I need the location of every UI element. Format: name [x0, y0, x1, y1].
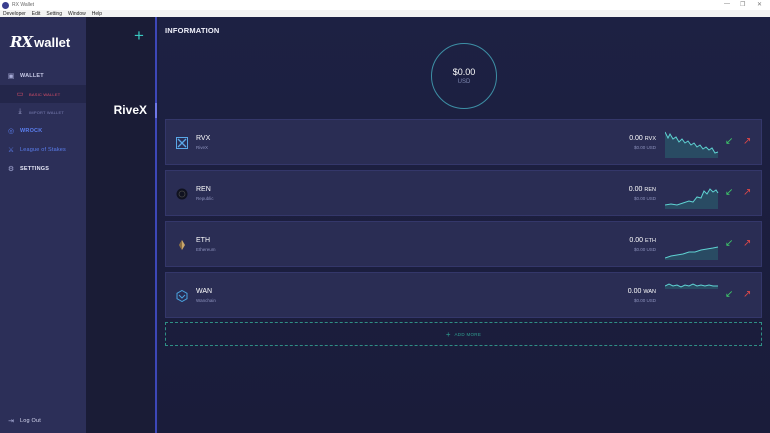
- coin-usd-value: $0.00 USD: [633, 196, 656, 201]
- logout-button[interactable]: ⇥ Log Out: [0, 415, 86, 427]
- rvx-coin-icon: [176, 137, 188, 149]
- coin-balance-value: 0.00: [627, 288, 642, 295]
- receive-arrow-icon[interactable]: ↙: [725, 137, 733, 147]
- send-arrow-icon[interactable]: ↗: [743, 137, 751, 147]
- coin-name: Ethereum: [196, 247, 216, 252]
- receive-arrow-icon[interactable]: ↙: [725, 290, 733, 300]
- sparkline: [665, 246, 719, 260]
- title-bar: RX Wallet — ❐ ✕: [0, 0, 770, 10]
- sparkline: [665, 188, 719, 209]
- main-panel: INFORMATION $0.00 USD RVX RiveX 0.00 RVX…: [159, 17, 770, 433]
- sidebar-item-league-of-stakes[interactable]: ⚔ League of Stakes: [0, 144, 86, 156]
- coin-symbol: REN: [196, 186, 211, 193]
- wallet-item-rivex[interactable]: RiveX: [86, 103, 157, 118]
- sidebar-item-label: WROCK: [20, 128, 43, 134]
- coin-balance-value: 0.00: [629, 135, 643, 142]
- wallet-list: + RiveX: [86, 17, 157, 433]
- sidebar-item-wrock[interactable]: ◎ WROCK: [0, 125, 86, 137]
- coin-row-eth[interactable]: ETH Ethereum 0.00 ETH $0.00 USD ↙ ↗: [165, 221, 762, 267]
- sidebar-item-label: League of Stakes: [20, 147, 67, 153]
- add-more-label: ADD MORE: [454, 331, 482, 337]
- coin-symbol: WAN: [196, 288, 213, 295]
- coin-balance-symbol: WAN: [643, 289, 656, 295]
- total-balance-circle: $0.00 USD: [431, 43, 497, 109]
- coin-symbol: ETH: [196, 237, 210, 244]
- menu-help[interactable]: Help: [92, 11, 102, 17]
- send-arrow-icon[interactable]: ↗: [743, 188, 751, 198]
- sidebar-item-wallet[interactable]: ▣ WALLET: [0, 70, 86, 82]
- maximize-icon[interactable]: ❐: [740, 1, 745, 8]
- sidebar-item-import-wallet[interactable]: ⤓ IMPORT WALLET: [0, 105, 86, 119]
- coin-row-ren[interactable]: REN Republic 0.00 REN $0.00 USD ↙ ↗: [165, 170, 762, 216]
- download-icon: ⤓: [18, 108, 22, 115]
- page-title: INFORMATION: [165, 26, 220, 35]
- coin-balance-symbol: ETH: [645, 238, 656, 244]
- coin-balance: 0.00 ETH: [629, 237, 656, 244]
- add-wallet-button[interactable]: +: [134, 27, 144, 44]
- coin-row-rvx[interactable]: RVX RiveX 0.00 RVX $0.00 USD ↙ ↗: [165, 119, 762, 165]
- coin-balance-symbol: RVX: [644, 136, 656, 142]
- receive-arrow-icon[interactable]: ↙: [725, 239, 733, 249]
- logout-label: Log Out: [20, 418, 41, 424]
- wan-coin-icon: [176, 290, 188, 302]
- coin-balance-value: 0.00: [629, 237, 644, 244]
- minimize-icon[interactable]: —: [724, 1, 730, 7]
- gear-icon: ⚙: [7, 166, 15, 173]
- sidebar-item-label: SETTINGS: [20, 166, 50, 172]
- coin-usd-value: $0.00 USD: [633, 298, 656, 303]
- logo-mark: RX: [10, 33, 33, 51]
- coin-balance-symbol: REN: [644, 187, 656, 193]
- coin-name: RiveX: [196, 145, 209, 150]
- sidebar: RX wallet ▣ WALLET ▭ BASIC WALLET ⤓ IMPO…: [0, 17, 86, 433]
- send-arrow-icon[interactable]: ↗: [743, 290, 751, 300]
- coin-balance: 0.00 REN: [629, 186, 656, 193]
- coin-usd-value: $0.00 USD: [633, 145, 656, 150]
- sparkline: [665, 283, 718, 289]
- logout-icon: ⇥: [8, 418, 14, 425]
- balance-unit: USD: [457, 79, 471, 85]
- menu-developer[interactable]: Developer: [3, 11, 26, 17]
- window-title: RX Wallet: [12, 2, 35, 8]
- stake-icon: ⚔: [7, 147, 15, 154]
- menu-bar: Developer Edit Setting Window Help: [0, 10, 770, 17]
- coin-name: Wanchain: [196, 298, 216, 303]
- coin-balance-value: 0.00: [628, 186, 643, 193]
- sidebar-item-label: WALLET: [20, 73, 44, 79]
- menu-edit[interactable]: Edit: [32, 11, 41, 17]
- menu-setting[interactable]: Setting: [46, 11, 62, 17]
- app-icon: [2, 1, 9, 9]
- sidebar-item-label: BASIC WALLET: [29, 91, 61, 97]
- send-arrow-icon[interactable]: ↗: [743, 239, 751, 249]
- eth-coin-icon: [176, 239, 188, 251]
- sidebar-item-settings[interactable]: ⚙ SETTINGS: [0, 163, 86, 175]
- sidebar-item-basic-wallet[interactable]: ▭ BASIC WALLET: [0, 85, 86, 103]
- coin-usd-value: $0.00 USD: [633, 247, 656, 252]
- sidebar-item-label: IMPORT WALLET: [29, 109, 64, 115]
- wallet-card-icon: ▭: [16, 91, 24, 98]
- wrock-icon: ◎: [7, 128, 15, 135]
- wallet-icon: ▣: [7, 73, 15, 80]
- coin-symbol: RVX: [196, 135, 211, 142]
- plus-icon: +: [445, 329, 451, 339]
- ren-coin-icon: [176, 188, 188, 200]
- coin-row-wan[interactable]: WAN Wanchain 0.00 WAN $0.00 USD ↙ ↗: [165, 272, 762, 318]
- add-more-button[interactable]: + ADD MORE: [165, 322, 762, 346]
- coin-balance: 0.00 RVX: [629, 135, 656, 142]
- coin-name: Republic: [196, 196, 214, 201]
- logo-text: wallet: [34, 34, 71, 50]
- balance-amount: $0.00: [452, 67, 476, 77]
- sparkline: [665, 131, 719, 158]
- coin-balance: 0.00 WAN: [628, 288, 656, 295]
- menu-window[interactable]: Window: [68, 11, 86, 17]
- receive-arrow-icon[interactable]: ↙: [725, 188, 733, 198]
- logo: RX wallet: [10, 33, 70, 51]
- close-icon[interactable]: ✕: [757, 1, 762, 8]
